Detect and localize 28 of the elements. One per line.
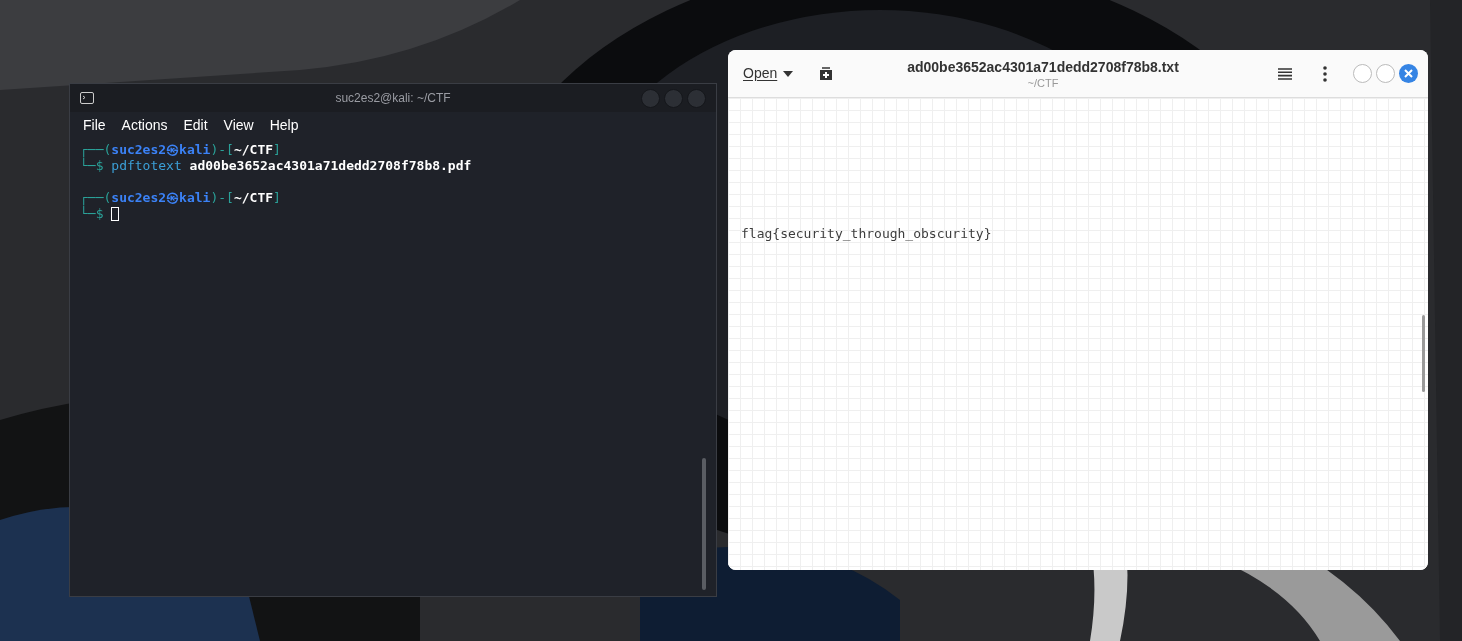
new-tab-icon[interactable] [818,66,835,81]
close-icon [1404,69,1413,78]
menu-icon[interactable] [1277,66,1293,81]
more-options-icon[interactable] [1323,65,1327,82]
open-button[interactable]: Open [738,58,799,89]
command-line: └─$ [80,206,104,222]
window-title: suc2es2@kali: ~/CTF [335,90,451,107]
menu-item[interactable]: Help [262,114,306,136]
prompt-line: ┌──(suc2es2㉿kali)-[~/CTF] [80,142,281,158]
document-title: ad00be3652ac4301a71dedd2708f78b8.txt [907,57,1179,76]
prompt-line: ┌──(suc2es2㉿kali)-[~/CTF] [80,190,281,206]
maximize-button[interactable] [664,88,683,108]
text-area[interactable]: flag{security_through_obscurity} [728,98,1428,570]
menu-item[interactable]: View [216,114,261,136]
text-line: flag{security_through_obscurity} [741,226,992,242]
document-path: ~/CTF [1027,75,1059,90]
minimize-button[interactable] [1353,64,1372,83]
maximize-button[interactable] [1376,64,1395,83]
menu-item[interactable]: Actions [114,114,175,136]
menu-item[interactable]: Edit [176,114,215,136]
menu-item[interactable]: File [76,114,113,136]
close-button[interactable] [1399,64,1418,83]
caret-icon [783,70,794,77]
scrollbar[interactable] [702,458,706,590]
minimize-button[interactable] [641,88,660,108]
terminal-icon [80,92,94,104]
scrollbar[interactable] [1422,315,1425,392]
command-line: └─$ pdftotext ad00be3652ac4301a71dedd2708f78b8.pdf [80,158,472,174]
